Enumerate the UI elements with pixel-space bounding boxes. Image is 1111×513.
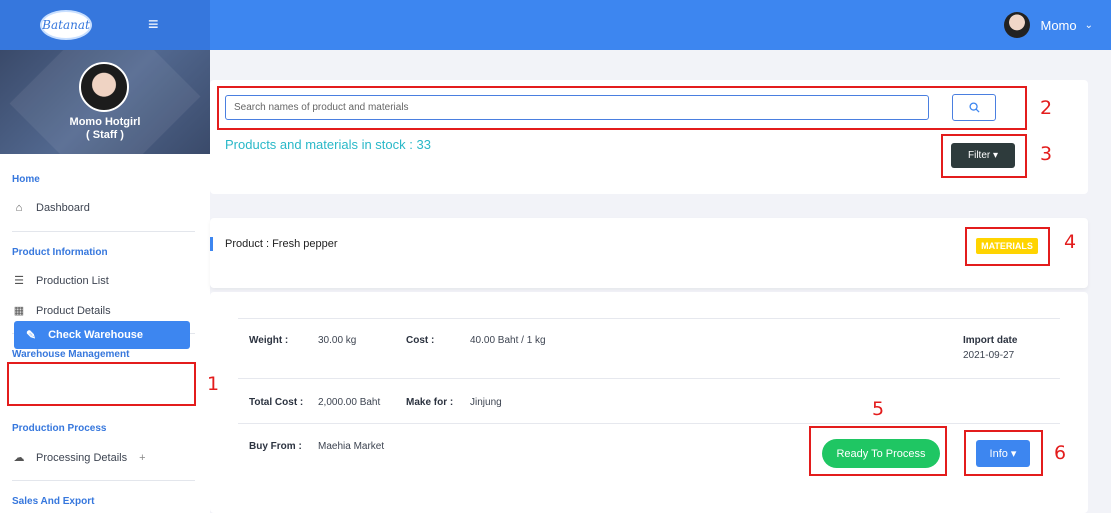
- sidebar-item-label: Check Warehouse: [48, 329, 144, 341]
- section-warehouse-management: Warehouse Management: [12, 349, 130, 360]
- divider: [238, 423, 1060, 424]
- import-date-label: Import date: [963, 335, 1018, 346]
- annotation-box-1: [7, 362, 196, 406]
- sidebar-item-check-warehouse[interactable]: ✎ Check Warehouse: [14, 321, 190, 349]
- user-name: Momo: [1040, 17, 1077, 33]
- section-production-process: Production Process: [12, 423, 107, 434]
- buy-from-label: Buy From :: [249, 441, 302, 452]
- hamburger-icon[interactable]: ≡: [148, 14, 159, 35]
- annotation-box-2: [217, 86, 1027, 130]
- divider: [12, 480, 195, 481]
- product-header-card: [210, 218, 1088, 288]
- sidebar-item-processing-details[interactable]: ☁ Processing Details +: [12, 451, 197, 465]
- annotation-box-3: [941, 134, 1027, 178]
- sidebar: Momo Hotgirl ( Staff ) Home ⌂ Dashboard …: [0, 50, 210, 513]
- process-icon: ☁: [13, 452, 25, 464]
- divider: [238, 318, 1060, 319]
- list-icon: ☰: [14, 275, 24, 287]
- make-for-label: Make for :: [406, 397, 454, 408]
- profile-avatar: [79, 62, 129, 112]
- profile-role: ( Staff ): [86, 129, 124, 141]
- total-cost-label: Total Cost :: [249, 397, 304, 408]
- sidebar-item-product-details[interactable]: ▦ Product Details: [12, 304, 111, 318]
- profile-name-block: Momo Hotgirl ( Staff ): [0, 116, 210, 142]
- annotation-number-6: 6: [1054, 442, 1067, 464]
- buy-from-value: Maehia Market: [318, 441, 385, 452]
- section-product-information: Product Information: [12, 247, 108, 258]
- annotation-box-6: [964, 430, 1043, 476]
- weight-label: Weight :: [249, 335, 289, 346]
- section-sales-and-export: Sales And Export: [12, 496, 95, 507]
- cost-label: Cost :: [406, 335, 435, 346]
- chevron-down-icon: ⌄: [1084, 19, 1093, 31]
- grid-icon: ▦: [13, 305, 25, 317]
- stock-count-title: Products and materials in stock : 33: [225, 137, 431, 152]
- avatar: [1004, 12, 1031, 38]
- edit-icon: ✎: [26, 328, 37, 342]
- sidebar-item-label: Dashboard: [36, 202, 90, 214]
- divider: [238, 378, 1060, 379]
- cost-value: 40.00 Baht / 1 kg: [470, 335, 546, 346]
- product-title: Product : Fresh pepper: [225, 238, 338, 250]
- user-menu[interactable]: Momo ⌄: [1004, 12, 1093, 38]
- logo-text: Batanat: [42, 18, 90, 32]
- annotation-number-1: 1: [207, 373, 220, 395]
- sidebar-item-label: Production List: [36, 274, 109, 287]
- home-icon: ⌂: [15, 202, 23, 214]
- expand-icon: +: [139, 451, 146, 464]
- divider: [12, 231, 195, 232]
- logo-area: Batanat ≡: [0, 0, 210, 50]
- weight-value: 30.00 kg: [318, 335, 357, 346]
- total-cost-value: 2,000.00 Baht: [318, 397, 381, 408]
- make-for-value: Jinjung: [470, 397, 502, 408]
- product-accent-bar: [210, 237, 213, 251]
- annotation-number-3: 3: [1040, 143, 1053, 165]
- app-logo[interactable]: Batanat: [40, 10, 92, 40]
- annotation-box-4: [965, 227, 1050, 266]
- annotation-box-5: [809, 426, 947, 476]
- sidebar-item-dashboard[interactable]: ⌂ Dashboard: [12, 202, 90, 214]
- annotation-number-5: 5: [872, 398, 885, 420]
- sidebar-item-label: Processing Details: [36, 451, 128, 464]
- annotation-number-2: 2: [1040, 97, 1053, 119]
- profile-name: Momo Hotgirl: [69, 116, 141, 128]
- sidebar-item-label: Product Details: [36, 304, 111, 317]
- profile-card: Momo Hotgirl ( Staff ): [0, 50, 210, 154]
- sidebar-item-production-list[interactable]: ☰ Production List: [12, 274, 109, 288]
- import-date-value: 2021-09-27: [963, 350, 1015, 361]
- section-home: Home: [12, 174, 40, 185]
- annotation-number-4: 4: [1064, 231, 1077, 253]
